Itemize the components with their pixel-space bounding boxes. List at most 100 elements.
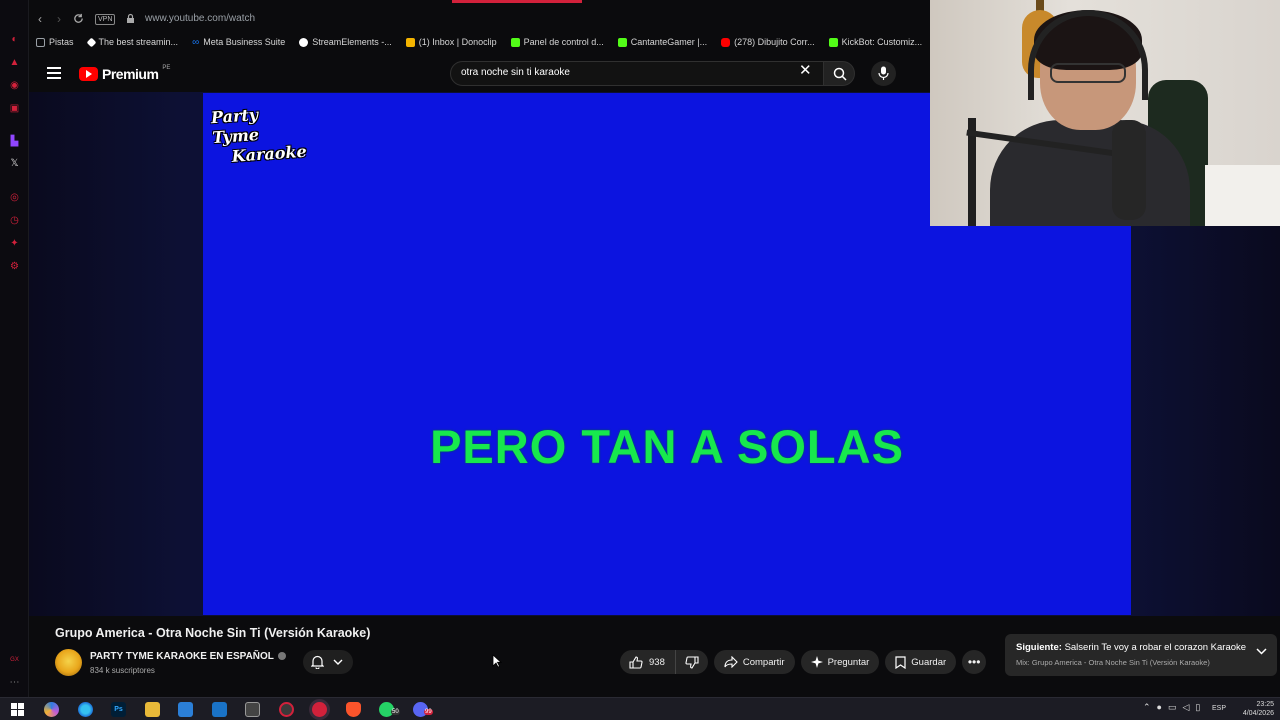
language-indicator[interactable]: ESP	[1212, 705, 1226, 712]
messenger-icon[interactable]: ◉	[9, 80, 20, 91]
file-explorer-icon[interactable]	[145, 702, 160, 717]
browser-sidebar: ◐ ▲ ◉ ▣ ▙ 𝕏 ◎ ◷ ✦ ⚙ GX ⋯	[0, 0, 29, 697]
verified-icon	[277, 652, 286, 661]
chevron-up-icon[interactable]: ⌃	[1143, 702, 1151, 713]
brave-icon[interactable]	[346, 702, 361, 717]
share-icon	[724, 656, 738, 668]
youtube-header: Premium PE ✕	[29, 54, 929, 92]
network-icon[interactable]: ▭	[1168, 702, 1177, 713]
gx-icon[interactable]: GX	[9, 655, 20, 666]
dislike-button[interactable]	[676, 650, 708, 674]
wallet-icon[interactable]: ▲	[9, 57, 20, 68]
sparkle-icon	[810, 656, 823, 668]
aria-icon[interactable]: ◐	[9, 34, 20, 45]
extensions-icon[interactable]: ✦	[9, 238, 20, 249]
karaoke-lyrics: PERO TAN A SOLAS	[430, 420, 904, 473]
webcam-overlay	[930, 0, 1280, 226]
bookmark-item[interactable]: Pistas	[29, 32, 81, 52]
obs-icon[interactable]	[279, 702, 294, 717]
menu-icon[interactable]	[47, 67, 61, 79]
video-title: Grupo America - Otra Noche Sin Ti (Versi…	[55, 626, 371, 640]
volume-icon[interactable]: ◁	[1183, 702, 1190, 713]
search-button[interactable]	[823, 61, 855, 86]
folder-icon	[36, 37, 45, 47]
bookmark-item[interactable]: ∞ Meta Business Suite	[185, 32, 292, 52]
reload-icon[interactable]	[73, 13, 84, 24]
channel-name[interactable]: PARTY TYME KARAOKE EN ESPAÑOL	[90, 651, 286, 662]
discord-badge: 99	[424, 709, 433, 715]
ask-button[interactable]: Preguntar	[800, 650, 880, 674]
kickbot-icon	[828, 37, 838, 47]
active-tab-indicator	[452, 0, 582, 3]
bookmark-item[interactable]: (278) Dibujito Corr...	[714, 32, 822, 52]
like-dislike-group: 938	[620, 650, 708, 674]
kick-icon	[510, 37, 520, 47]
clear-search-icon[interactable]: ✕	[799, 63, 812, 78]
mouse-cursor-icon	[492, 654, 502, 668]
bookmark-item[interactable]: The best streamin...	[81, 32, 186, 52]
channel-avatar[interactable]	[55, 649, 82, 676]
twitch-icon[interactable]: ▙	[9, 136, 20, 147]
share-button[interactable]: Compartir	[713, 650, 795, 674]
notifications-button[interactable]	[303, 650, 353, 674]
bookmark-icon	[895, 655, 906, 669]
copilot-icon[interactable]	[44, 702, 59, 717]
lock-icon	[127, 13, 134, 23]
settings-icon[interactable]: ⚙	[9, 261, 20, 272]
bell-icon	[311, 655, 324, 669]
search-icon	[833, 67, 847, 81]
more-actions-icon[interactable]: •••	[962, 650, 987, 674]
instagram-icon[interactable]: ▣	[9, 103, 20, 114]
forward-icon[interactable]: ›	[57, 12, 61, 26]
battery-icon[interactable]: ▯	[1195, 702, 1200, 713]
diamond-icon	[86, 37, 96, 47]
bookmark-item[interactable]: KickBot: Customiz...	[822, 32, 930, 52]
subscriber-count: 834 k suscriptores	[90, 666, 155, 675]
screen: ◐ ▲ ◉ ▣ ▙ 𝕏 ◎ ◷ ✦ ⚙ GX ⋯ ‹ › VPN www.you…	[0, 0, 1280, 720]
photoshop-icon[interactable]: Ps	[111, 702, 126, 717]
bookmark-item[interactable]: Panel de control d...	[504, 32, 611, 52]
opera-gx-icon[interactable]	[312, 702, 327, 717]
up-next-card[interactable]: Siguiente: Salserin Te voy a robar el co…	[1005, 634, 1277, 676]
thumbs-up-icon	[629, 655, 643, 669]
bookmark-item[interactable]: StreamElements -...	[292, 32, 399, 52]
back-icon[interactable]: ‹	[38, 12, 42, 26]
mic-icon	[878, 66, 889, 80]
chevron-down-icon[interactable]	[1256, 648, 1267, 655]
history-icon[interactable]: ◷	[9, 215, 20, 226]
youtube-play-icon	[79, 67, 98, 81]
voice-search-button[interactable]	[871, 61, 896, 86]
x-icon[interactable]: 𝕏	[9, 158, 20, 169]
edge-icon[interactable]	[78, 702, 93, 717]
whatsapp-badge: 50	[391, 709, 400, 715]
bookmarks-bar: Pistas The best streamin... ∞ Meta Busine…	[29, 32, 929, 52]
youtube-icon	[721, 37, 731, 47]
bookmark-item[interactable]: CantanteGamer |...	[611, 32, 714, 52]
windows-start-icon[interactable]	[10, 702, 25, 717]
system-tray: ⌃ ● ▭ ◁ ▯	[1143, 702, 1200, 713]
search-box[interactable]	[450, 61, 824, 86]
kick-icon	[617, 37, 627, 47]
donoclip-icon	[405, 37, 415, 47]
player-icon[interactable]: ◎	[9, 192, 20, 203]
video-actions: 938 Compartir Preguntar Guardar •••	[620, 650, 987, 674]
bookmark-item[interactable]: (1) Inbox | Donoclip	[399, 32, 504, 52]
youtube-logo[interactable]: Premium PE	[79, 65, 170, 82]
url-text[interactable]: www.youtube.com/watch	[145, 13, 255, 24]
mic-tray-icon[interactable]: ●	[1157, 702, 1162, 713]
like-button[interactable]: 938	[620, 650, 676, 674]
more-icon[interactable]: ⋯	[9, 677, 20, 688]
party-tyme-karaoke-logo: Party Tyme Karaoke	[210, 104, 308, 166]
taskbar: Ps 50 99 ⌃ ● ▭ ◁ ▯ ESP 23:25 4/04/2026	[0, 697, 1280, 720]
clock[interactable]: 23:25 4/04/2026	[1243, 700, 1274, 718]
address-bar: ‹ › VPN www.youtube.com/watch	[29, 8, 929, 30]
save-button[interactable]: Guardar	[885, 650, 957, 674]
meta-icon: ∞	[192, 36, 200, 48]
store-icon[interactable]	[178, 702, 193, 717]
vpn-badge[interactable]: VPN	[95, 14, 116, 25]
chevron-down-icon	[333, 659, 343, 665]
search-input[interactable]	[461, 67, 781, 78]
thumbs-down-icon	[685, 655, 699, 669]
app-icon[interactable]	[245, 702, 260, 717]
outlook-icon[interactable]	[212, 702, 227, 717]
